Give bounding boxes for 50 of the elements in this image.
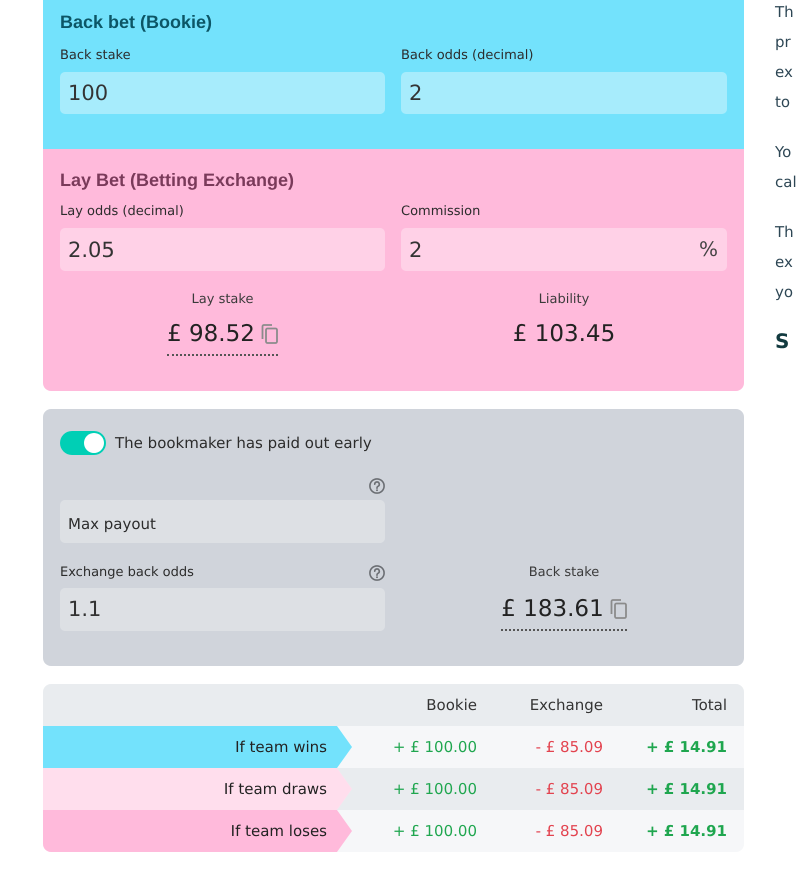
toggle-switch[interactable] bbox=[60, 431, 106, 455]
paragraph-fragment: Yo bbox=[775, 142, 792, 163]
copy-icon[interactable] bbox=[260, 324, 278, 344]
field-label: Lay odds (decimal) bbox=[60, 203, 185, 221]
table-cell-text: - £ 85.09 bbox=[536, 821, 603, 842]
result-amount: £ 103.45 bbox=[512, 320, 616, 349]
paragraph-fragment: Th bbox=[775, 222, 794, 243]
field-label: Commission bbox=[401, 203, 482, 221]
table-cell-text: + £ 14.91 bbox=[646, 821, 727, 842]
column-header: Total bbox=[692, 695, 727, 716]
paragraph-fragment: pr bbox=[775, 32, 791, 53]
result-amount: £ 183.61 bbox=[501, 595, 604, 624]
input-field[interactable]: 2.05 bbox=[60, 228, 385, 271]
input-field[interactable]: 1.1 bbox=[60, 588, 385, 630]
result-label: Lay stake bbox=[192, 291, 254, 309]
help-icon[interactable] bbox=[369, 565, 385, 581]
copy-icon[interactable] bbox=[610, 599, 627, 619]
outcome-label: If team wins bbox=[43, 726, 352, 768]
paragraph-fragment: ex bbox=[775, 252, 793, 273]
section-heading: Lay Bet (Betting Exchange) bbox=[60, 169, 296, 192]
paragraph-fragment: yo bbox=[775, 282, 794, 303]
paragraph-fragment: Th bbox=[775, 2, 794, 23]
help-icon[interactable] bbox=[369, 478, 385, 494]
unit-label: % bbox=[698, 236, 718, 263]
field-label: Back stake bbox=[60, 47, 132, 65]
input-field[interactable]: Max payout bbox=[60, 500, 385, 543]
field-label: Exchange back odds bbox=[60, 564, 194, 582]
result-amount: £ 98.52 bbox=[167, 320, 255, 349]
table-cell-text: + £ 14.91 bbox=[646, 779, 727, 800]
table-cell-text: + £ 100.00 bbox=[392, 737, 477, 758]
paragraph-fragment: cal bbox=[775, 172, 797, 193]
input-field[interactable]: 100 bbox=[60, 72, 385, 114]
table-cell-text: + £ 14.91 bbox=[646, 737, 727, 758]
paragraph-fragment: ex bbox=[775, 62, 793, 83]
table-cell-text: + £ 100.00 bbox=[392, 779, 477, 800]
paragraph-fragment: to bbox=[775, 92, 790, 113]
field-label: Back odds (decimal) bbox=[401, 47, 534, 65]
heading-fragment: S bbox=[775, 328, 790, 355]
column-header: Bookie bbox=[426, 695, 477, 716]
table-cell-text: + £ 100.00 bbox=[392, 821, 477, 842]
outcome-label: If team loses bbox=[43, 810, 352, 852]
table-cell-text: - £ 85.09 bbox=[536, 779, 603, 800]
toggle-label: The bookmaker has paid out early bbox=[115, 433, 372, 454]
input-field[interactable]: 2 bbox=[401, 72, 727, 114]
section-heading: Back bet (Bookie) bbox=[60, 11, 214, 34]
outcome-label: If team draws bbox=[43, 768, 352, 810]
column-header: Exchange bbox=[530, 695, 603, 716]
result-label: Back stake bbox=[528, 564, 600, 582]
table-cell-text: - £ 85.09 bbox=[536, 737, 603, 758]
result-label: Liability bbox=[538, 291, 590, 309]
